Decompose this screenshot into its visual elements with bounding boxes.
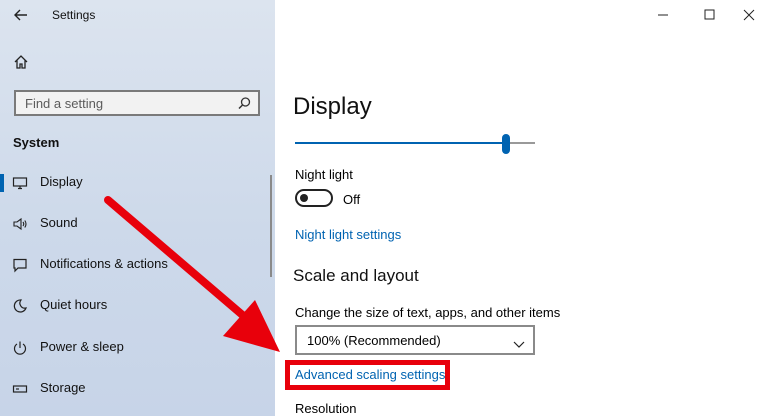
size-label: Change the size of text, apps, and other… — [295, 305, 561, 320]
brightness-slider[interactable] — [295, 134, 535, 154]
sidebar-scrollbar[interactable] — [270, 175, 272, 277]
annotation-highlight-box — [285, 360, 450, 390]
sidebar-item-sound[interactable]: Sound — [0, 207, 275, 241]
toggle-knob — [300, 194, 308, 202]
section-title: System — [13, 135, 60, 150]
night-light-settings-link[interactable]: Night light settings — [295, 227, 401, 242]
resolution-label: Resolution — [295, 401, 357, 416]
page-title: Display — [293, 93, 372, 120]
night-light-state: Off — [343, 192, 361, 207]
search-icon[interactable] — [237, 96, 252, 111]
night-light-label: Night light — [295, 167, 353, 182]
sidebar-item-label: Display — [40, 174, 83, 189]
search-input[interactable]: Find a setting — [14, 90, 260, 116]
sidebar-item-label: Sound — [40, 215, 78, 230]
monitor-icon — [12, 175, 28, 191]
main-content: Display Night light Off Night light sett… — [275, 0, 768, 416]
storage-icon — [12, 381, 28, 397]
sidebar-item-label: Power & sleep — [40, 339, 124, 354]
night-light-toggle[interactable] — [295, 189, 333, 207]
sidebar-item-display[interactable]: Display — [0, 166, 275, 200]
sidebar-item-notifications[interactable]: Notifications & actions — [0, 248, 275, 282]
maximize-button[interactable] — [695, 0, 725, 30]
speaker-icon — [12, 216, 28, 232]
power-icon — [12, 340, 28, 356]
home-icon[interactable] — [12, 53, 30, 71]
sidebar-item-storage[interactable]: Storage — [0, 372, 275, 406]
dropdown-value: 100% (Recommended) — [307, 333, 441, 348]
search-placeholder: Find a setting — [25, 96, 104, 111]
sidebar-item-power-sleep[interactable]: Power & sleep — [0, 331, 275, 365]
moon-icon — [12, 298, 28, 314]
sidebar-item-quiet-hours[interactable]: Quiet hours — [0, 289, 275, 323]
message-icon — [12, 257, 28, 273]
sidebar: Settings Find a setting System Display S… — [0, 0, 275, 416]
slider-fill — [295, 142, 507, 144]
sidebar-item-label: Storage — [40, 380, 86, 395]
slider-thumb[interactable] — [502, 134, 511, 154]
scale-section-title: Scale and layout — [293, 266, 419, 285]
minimize-button[interactable] — [648, 0, 678, 30]
scale-dropdown[interactable]: 100% (Recommended) — [295, 325, 535, 355]
back-arrow-icon[interactable] — [12, 6, 30, 24]
close-button[interactable] — [734, 0, 764, 30]
sidebar-item-label: Quiet hours — [40, 297, 108, 312]
sidebar-item-label: Notifications & actions — [40, 256, 168, 271]
window-title: Settings — [52, 8, 96, 22]
chevron-down-icon — [513, 336, 525, 354]
